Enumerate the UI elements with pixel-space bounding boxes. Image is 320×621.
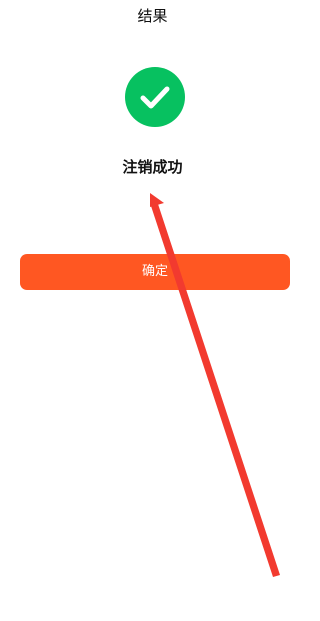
confirm-button[interactable]: 确定 <box>20 254 290 290</box>
check-circle-icon <box>125 67 185 127</box>
result-status-text: 注销成功 <box>122 158 183 176</box>
page-title: 结果 <box>137 7 168 25</box>
